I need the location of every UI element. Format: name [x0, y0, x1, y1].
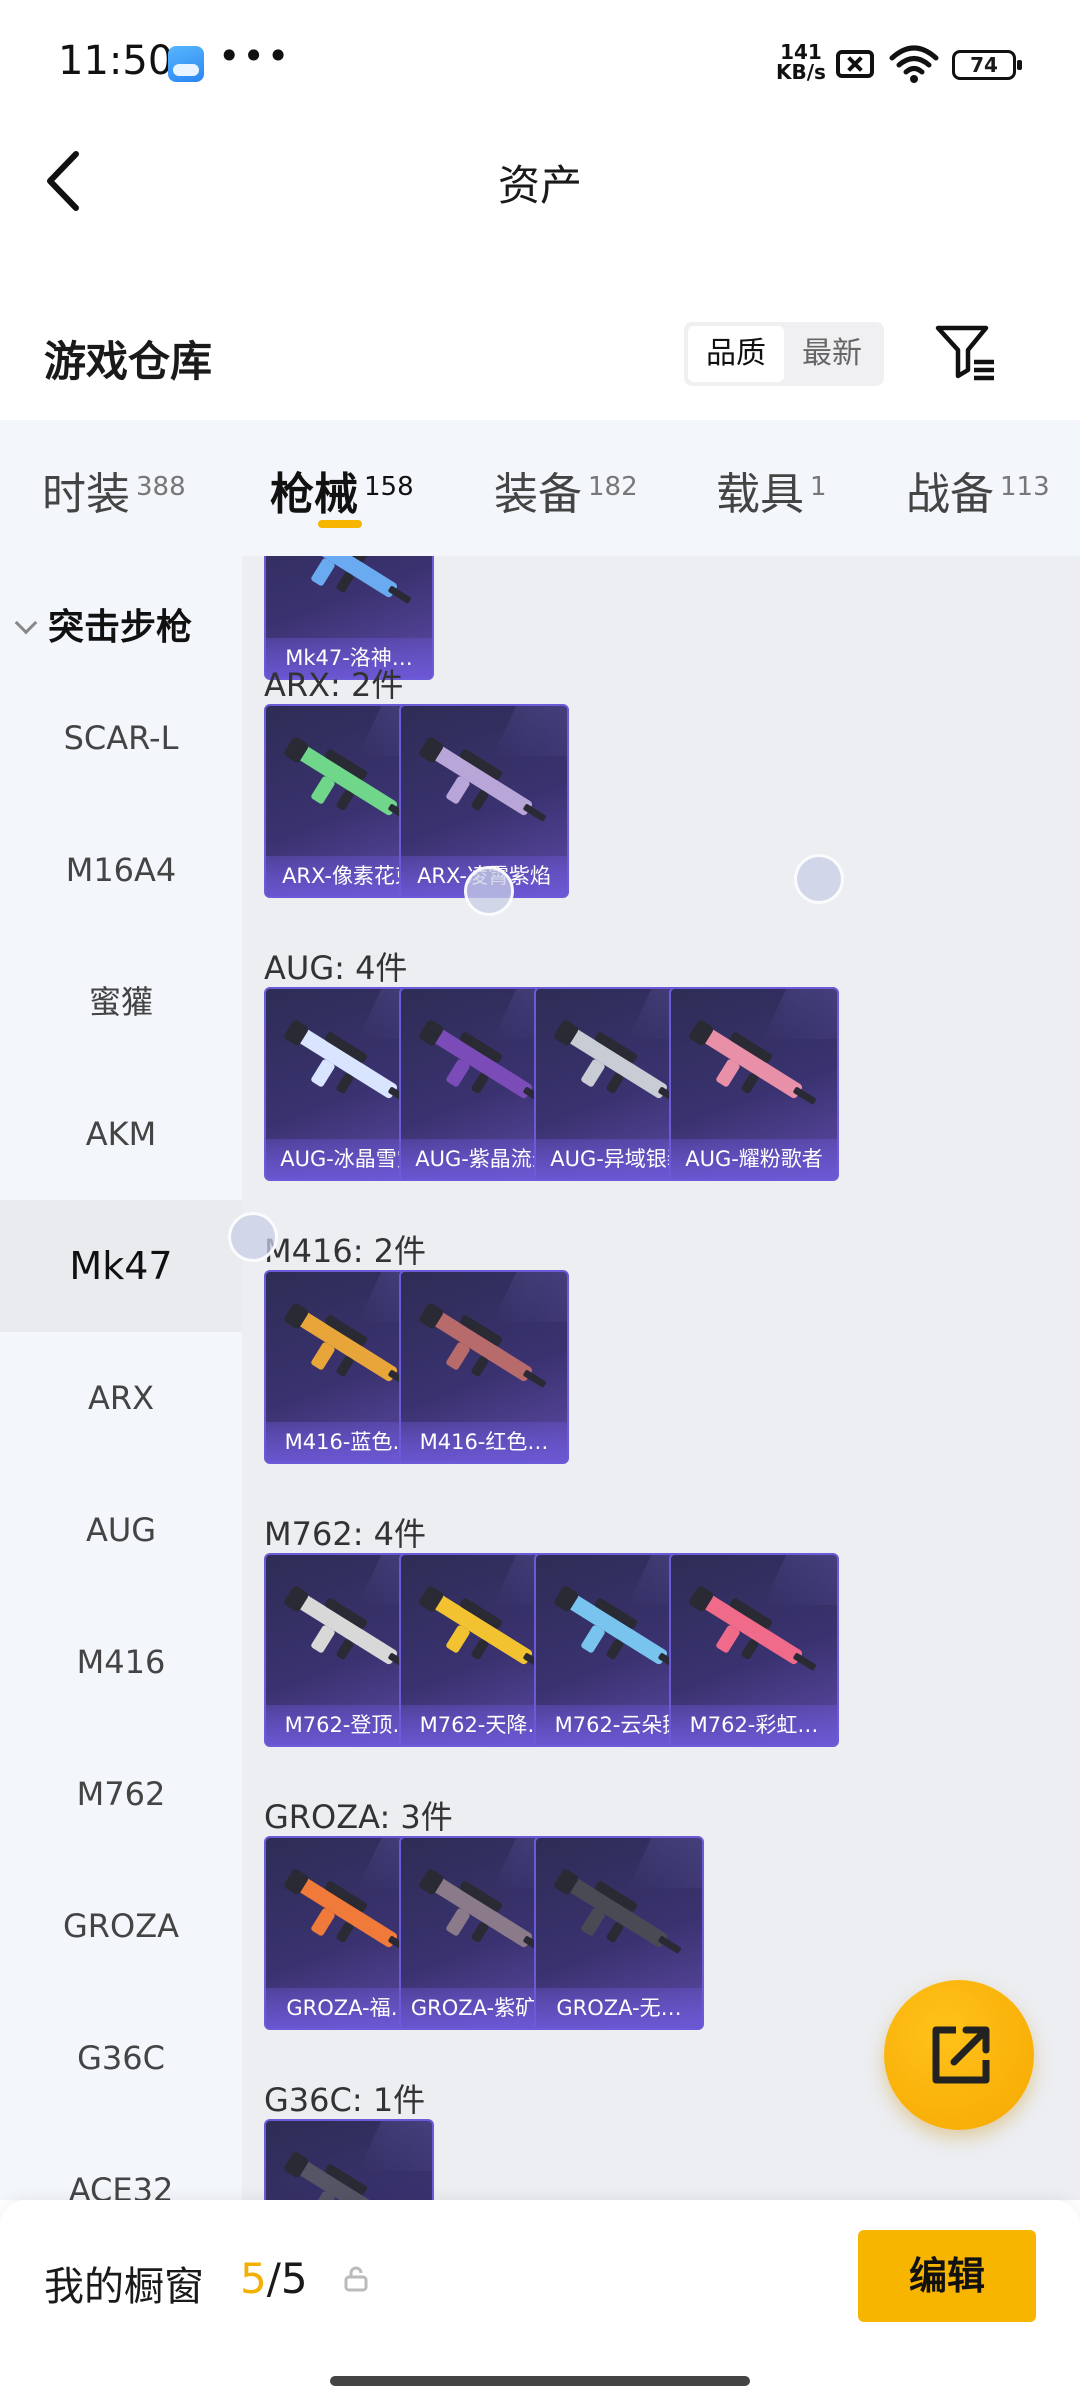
tab-label: 装备 [494, 469, 582, 520]
sidebar-item-arx[interactable]: ARX [0, 1332, 242, 1464]
group-title: ARX: 2件 [264, 666, 404, 704]
app-root: { "status_bar": { "time": "11:50", "weat… [0, 0, 1080, 2400]
touch-indicator [794, 854, 844, 904]
weapon-image [419, 737, 546, 822]
tab-vehicles[interactable]: 载具 1 [716, 458, 827, 520]
sidebar-item-g36c[interactable]: G36C [0, 1992, 242, 2124]
showcase-label: 我的橱窗 [44, 2264, 204, 2310]
tab-count: 182 [588, 472, 638, 502]
weapon-type-sidebar: 突击步枪 SCAR-L M16A4 蜜獾 AKM Mk47 ARX AUG M416 M762 G… [0, 556, 242, 2200]
group-title: M416: 2件 [264, 1232, 427, 1270]
wifi-icon [889, 45, 939, 83]
tab-count: 388 [136, 472, 186, 502]
tab-fashion[interactable]: 时装 388 [42, 458, 186, 520]
group-title: AUG: 4件 [264, 949, 408, 987]
external-link-icon [932, 2026, 990, 2084]
weather-icon [168, 46, 204, 82]
lock-icon [344, 2266, 368, 2292]
showcase-separator: / [266, 2254, 281, 2303]
network-speed: 141 KB/s [776, 42, 826, 82]
weapon-card[interactable]: AUG-耀粉歌者 [669, 987, 839, 1181]
sidebar-item-scar-l[interactable]: SCAR-L [0, 672, 242, 804]
weapon-image [689, 1586, 816, 1671]
chevron-down-icon [14, 611, 38, 635]
showcase-total: 5 [280, 2254, 308, 2303]
sidebar-item-ace32[interactable]: ACE32 [0, 2124, 242, 2200]
weapon-card-name: M416-红色… [401, 1422, 567, 1462]
weapon-image [689, 1020, 816, 1105]
tab-equipment[interactable]: 装备 182 [494, 458, 638, 520]
sidebar-item-groza[interactable]: GROZA [0, 1860, 242, 1992]
status-bar: 11:50 ••• 141 KB/s 74 [0, 0, 1080, 130]
sort-toggle: 品质 最新 [684, 322, 884, 386]
sidebar-item-mk47[interactable]: Mk47 [0, 1200, 242, 1332]
sidebar-item-蜜獾[interactable]: 蜜獾 [0, 936, 242, 1068]
weapon-card[interactable]: M416-红色… [399, 1270, 569, 1464]
weapon-image [419, 1303, 546, 1388]
tab-firearms[interactable]: 枪械 158 [270, 458, 414, 520]
weapon-image [284, 2152, 398, 2200]
touch-indicator [228, 1212, 278, 1262]
group-title: GROZA: 3件 [264, 1798, 453, 1836]
tab-count: 113 [1000, 472, 1050, 502]
weapon-card[interactable] [264, 2119, 434, 2200]
edit-button[interactable]: 编辑 [858, 2230, 1036, 2322]
tab-label: 枪械 [270, 469, 358, 520]
filter-icon[interactable] [934, 322, 998, 386]
sort-newest-option[interactable]: 最新 [784, 326, 880, 382]
tab-label: 战备 [906, 469, 994, 520]
sort-quality-option[interactable]: 品质 [688, 326, 784, 382]
weapon-image [554, 1869, 681, 1954]
warehouse-title: 游戏仓库 [44, 337, 213, 386]
network-speed-unit: KB/s [776, 60, 826, 84]
weapon-card-name: GROZA-无… [536, 1988, 702, 2028]
showcase-bar: 我的橱窗 5/5 编辑 [0, 2200, 1080, 2400]
group-title: M762: 4件 [264, 1515, 427, 1553]
sidebar-category-header[interactable]: 突击步枪 [14, 598, 193, 650]
tab-count: 158 [364, 472, 414, 502]
weapon-card[interactable]: M762-彩虹… [669, 1553, 839, 1747]
weapon-grid: Mk47-洛神…ARX: 2件ARX-像素花束ARX-凌霄紫焰AUG: 4件AU… [242, 556, 1080, 2200]
page-title: 资产 [497, 161, 582, 210]
showcase-current: 5 [240, 2254, 267, 2303]
weapon-image [298, 556, 411, 604]
tab-label: 载具 [716, 469, 804, 520]
category-tabs: 时装 388 枪械 158 装备 182 载具 1 战备 113 [0, 420, 1080, 556]
touch-indicator [464, 866, 514, 916]
home-indicator[interactable] [330, 2376, 750, 2386]
share-button[interactable] [884, 1980, 1034, 2130]
sidebar-item-m416[interactable]: M416 [0, 1596, 242, 1728]
weapon-card-name: AUG-耀粉歌者 [671, 1139, 837, 1179]
sim-disabled-icon [836, 50, 874, 78]
tab-count: 1 [810, 472, 827, 502]
more-notifications-icon: ••• [218, 34, 292, 78]
active-tab-indicator [318, 520, 362, 528]
group-title: G36C: 1件 [264, 2081, 426, 2119]
clock: 11:50 [58, 38, 174, 84]
sidebar-item-m16a4[interactable]: M16A4 [0, 804, 242, 936]
sidebar-item-m762[interactable]: M762 [0, 1728, 242, 1860]
tab-label: 时装 [42, 469, 130, 520]
battery-indicator: 74 [952, 50, 1022, 80]
sidebar-category-label: 突击步枪 [48, 607, 193, 648]
network-speed-value: 141 [780, 40, 822, 64]
showcase-count: 5/5 [240, 2254, 308, 2303]
sidebar-item-akm[interactable]: AKM [0, 1068, 242, 1200]
weapon-card[interactable]: GROZA-无… [534, 1836, 704, 2030]
weapon-card-name: M762-彩虹… [671, 1705, 837, 1745]
tab-supplies[interactable]: 战备 113 [906, 458, 1050, 520]
sidebar-item-aug[interactable]: AUG [0, 1464, 242, 1596]
